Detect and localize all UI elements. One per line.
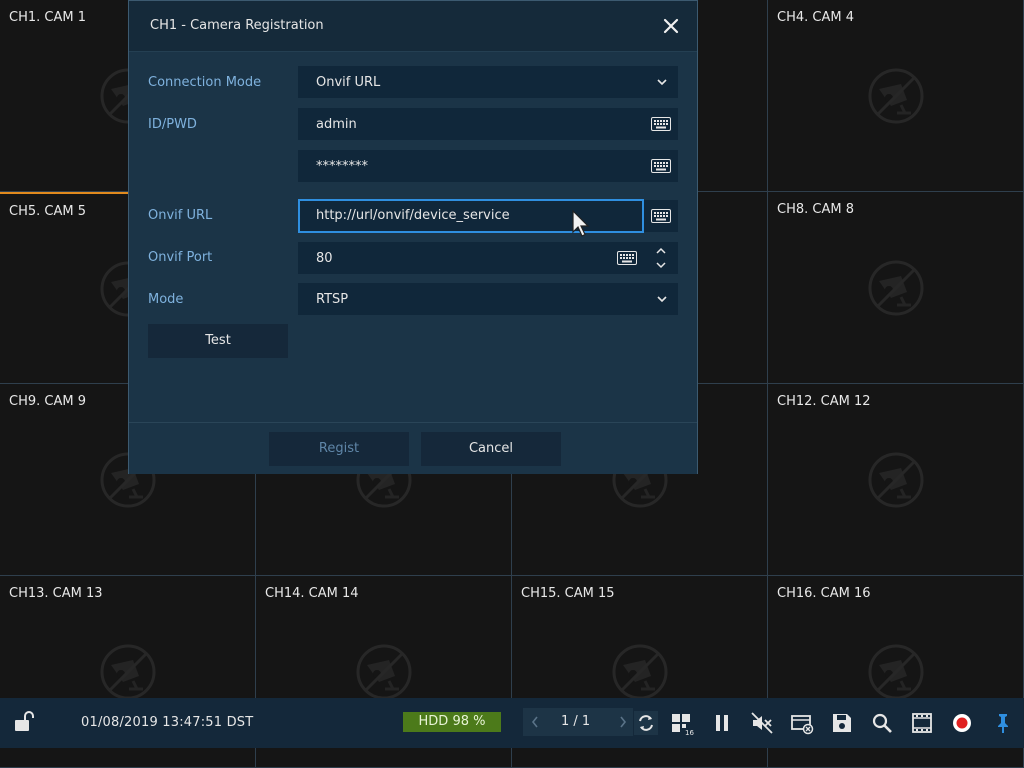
mode-label: Mode xyxy=(148,292,184,307)
password-input[interactable]: ******** xyxy=(298,150,678,182)
svg-text:16: 16 xyxy=(685,729,694,735)
no-camera-icon xyxy=(99,643,157,701)
onvif-url-label: Onvif URL xyxy=(148,208,213,223)
page-indicator: 1 / 1 xyxy=(561,714,591,729)
keyboard-icon[interactable] xyxy=(651,117,671,131)
test-button[interactable]: Test xyxy=(148,324,288,358)
keyboard-icon[interactable] xyxy=(617,251,637,265)
record-icon[interactable] xyxy=(950,711,974,735)
search-icon[interactable] xyxy=(870,711,894,735)
onvif-port-input[interactable]: 80 xyxy=(298,242,678,274)
camera-label: CH5. CAM 5 xyxy=(9,204,86,219)
id-pwd-label: ID/PWD xyxy=(148,117,197,132)
bottom-taskbar: 01/08/2019 13:47:51 DST HDD 98 % 1 / 1 1… xyxy=(0,698,1024,748)
connection-mode-label: Connection Mode xyxy=(148,75,262,90)
hdd-status-badge: HDD 98 % xyxy=(403,712,501,732)
onvif-url-input[interactable]: http://url/onvif/device_service xyxy=(298,199,644,233)
unlock-icon[interactable] xyxy=(12,710,36,734)
port-stepper-icon[interactable] xyxy=(654,244,668,272)
playback-settings-icon[interactable] xyxy=(790,711,814,735)
dialog-title: CH1 - Camera Registration xyxy=(150,18,324,33)
camera-label: CH15. CAM 15 xyxy=(521,586,615,601)
onvif-port-value: 80 xyxy=(316,251,333,266)
keyboard-icon[interactable] xyxy=(651,159,671,173)
keyboard-icon xyxy=(651,209,671,223)
dialog-footer: Regist Cancel xyxy=(129,422,697,474)
camera-label: CH4. CAM 4 xyxy=(777,10,854,25)
mute-icon[interactable] xyxy=(750,711,774,735)
connection-mode-value: Onvif URL xyxy=(316,75,381,90)
no-camera-icon xyxy=(355,643,413,701)
camera-tile[interactable]: CH12. CAM 12 xyxy=(768,384,1024,576)
connection-mode-select[interactable]: Onvif URL xyxy=(298,66,678,98)
chevron-right-icon[interactable] xyxy=(619,716,627,728)
no-camera-icon xyxy=(867,259,925,317)
camera-label: CH12. CAM 12 xyxy=(777,394,871,409)
camera-label: CH16. CAM 16 xyxy=(777,586,871,601)
camera-label: CH9. CAM 9 xyxy=(9,394,86,409)
onvif-port-label: Onvif Port xyxy=(148,250,213,265)
no-camera-icon xyxy=(611,643,669,701)
mode-value: RTSP xyxy=(316,292,349,307)
pause-icon[interactable] xyxy=(710,711,734,735)
camera-label: CH8. CAM 8 xyxy=(777,202,854,217)
mouse-cursor-icon xyxy=(572,210,590,237)
no-camera-icon xyxy=(867,643,925,701)
camera-tile[interactable]: CH4. CAM 4 xyxy=(768,0,1024,192)
datetime-display: 01/08/2019 13:47:51 DST xyxy=(81,715,254,730)
chevron-down-icon xyxy=(657,296,667,303)
regist-button[interactable]: Regist xyxy=(269,432,409,466)
id-input[interactable]: admin xyxy=(298,108,678,140)
id-value: admin xyxy=(316,117,357,132)
camera-registration-dialog: CH1 - Camera Registration Connection Mod… xyxy=(128,0,698,474)
clip-export-icon[interactable] xyxy=(910,711,934,735)
camera-label: CH1. CAM 1 xyxy=(9,10,86,25)
no-camera-icon xyxy=(867,67,925,125)
sequence-refresh-icon[interactable] xyxy=(634,711,658,735)
password-value: ******** xyxy=(316,159,368,174)
pin-icon[interactable] xyxy=(991,711,1015,735)
cancel-button[interactable]: Cancel xyxy=(421,432,561,466)
mode-select[interactable]: RTSP xyxy=(298,283,678,315)
dialog-title-bar: CH1 - Camera Registration xyxy=(129,1,697,52)
camera-label: CH13. CAM 13 xyxy=(9,586,103,601)
camera-tile[interactable]: CH8. CAM 8 xyxy=(768,192,1024,384)
save-icon[interactable] xyxy=(830,711,854,735)
onvif-url-value: http://url/onvif/device_service xyxy=(316,208,510,223)
close-icon[interactable] xyxy=(661,16,681,36)
camera-label: CH14. CAM 14 xyxy=(265,586,359,601)
chevron-left-icon[interactable] xyxy=(531,716,539,728)
layout-16-icon[interactable]: 16 xyxy=(671,711,695,735)
no-camera-icon xyxy=(867,451,925,509)
page-navigator: 1 / 1 xyxy=(523,708,633,736)
chevron-down-icon xyxy=(657,79,667,86)
onvif-url-keyboard-button[interactable] xyxy=(644,200,678,232)
